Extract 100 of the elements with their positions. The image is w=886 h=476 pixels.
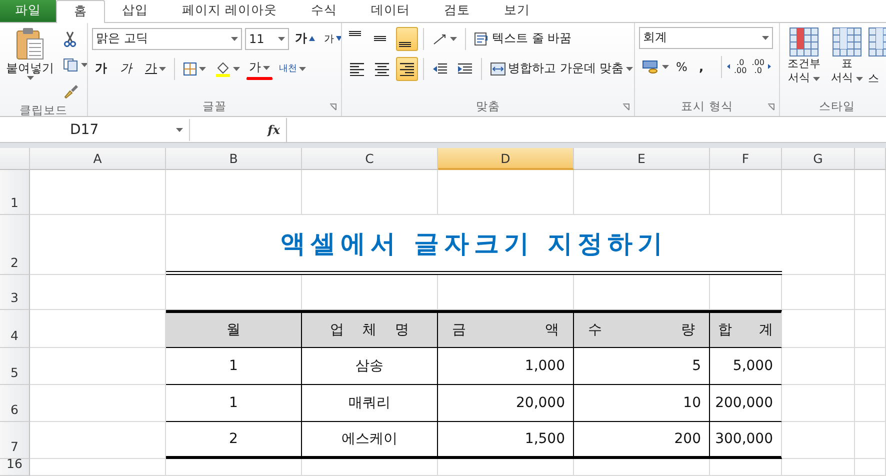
style-button[interactable]: 표 서식 [828, 26, 866, 98]
sheet-cell[interactable] [710, 459, 782, 476]
outdent-icon [432, 62, 448, 76]
ribbon-tab[interactable]: 홈 [56, 0, 105, 23]
column-header[interactable]: D [438, 148, 574, 170]
italic-button[interactable]: 가 [117, 56, 139, 81]
font-name-field[interactable]: 맑은 고딕 [92, 28, 242, 50]
column-header[interactable]: B [166, 148, 302, 170]
increase-decimal-button[interactable]: .0 .00 [725, 54, 749, 79]
sheet-cell[interactable] [855, 385, 886, 422]
row-header[interactable]: 5 [0, 348, 30, 386]
decrease-decimal-button[interactable]: .00 .0 [750, 54, 774, 79]
column-header[interactable]: C [302, 148, 438, 170]
sheet-cell[interactable] [30, 215, 166, 276]
sheet-cell[interactable] [166, 459, 302, 476]
row-header[interactable]: 2 [0, 215, 30, 276]
underline-button[interactable]: 가 [142, 56, 169, 81]
dialog-launcher-icon[interactable] [329, 102, 337, 111]
select-all-corner[interactable] [0, 148, 30, 170]
dialog-launcher-icon[interactable] [767, 102, 775, 111]
caret-icon [231, 36, 238, 41]
phonetic-button[interactable]: 내천 [276, 56, 309, 81]
ribbon-tab[interactable]: 페이지 레이아웃 [165, 0, 294, 22]
sheet-cell[interactable] [782, 215, 855, 276]
row-header[interactable]: 4 [0, 310, 30, 348]
row-header[interactable]: 1 [0, 170, 30, 216]
number-format-field[interactable]: 회계 [639, 26, 773, 49]
sheet-cell[interactable] [855, 275, 886, 310]
align-button[interactable] [396, 56, 418, 81]
sheet-cell[interactable] [710, 170, 782, 216]
row-header[interactable]: 16 [0, 459, 30, 476]
column-heading: 월 [166, 310, 302, 348]
align-button[interactable] [396, 26, 418, 51]
caret-icon [299, 66, 306, 71]
name-box[interactable]: D17 [0, 118, 190, 141]
caret-icon [81, 62, 87, 67]
ribbon-tab[interactable]: 검토 [426, 0, 487, 22]
sheet-cell[interactable] [574, 170, 710, 216]
style-button[interactable]: 조건부 서식 [782, 26, 826, 98]
column-header[interactable]: F [710, 148, 782, 170]
sheet-cell[interactable] [782, 459, 855, 476]
sheet-cell[interactable] [855, 348, 886, 386]
column-header[interactable]: A [30, 148, 166, 170]
column-header[interactable]: G [782, 148, 855, 170]
ribbon-tab[interactable]: 보기 [486, 0, 547, 22]
sheet-cell[interactable] [782, 170, 855, 216]
ribbon-tab[interactable]: 삽입 [105, 0, 165, 22]
sheet-cell[interactable] [30, 459, 166, 476]
wrap-text-button[interactable]: 텍스트 줄 바꿈 [471, 26, 575, 51]
caret-icon [199, 66, 206, 71]
table-cell: 2 [166, 422, 302, 460]
merge-center-button[interactable]: 병합하고 가운데 맞춤 [487, 56, 634, 81]
table-cell: 1 [166, 348, 302, 386]
paste-button[interactable]: 붙여넣기 [4, 26, 56, 103]
row-header[interactable]: 6 [0, 385, 30, 422]
sheet-cell[interactable] [574, 459, 710, 476]
sheet-cell[interactable] [438, 170, 574, 216]
sheet-cell[interactable] [302, 170, 438, 216]
file-tab[interactable]: 파일 [0, 0, 56, 22]
sheet-cell[interactable] [782, 385, 855, 422]
sheet-cell[interactable] [166, 170, 302, 216]
comma-button[interactable]: , [696, 54, 718, 79]
sheet-cell[interactable] [855, 459, 886, 476]
caret-icon [278, 36, 285, 41]
sheet-cell[interactable] [782, 348, 855, 386]
caret-icon [662, 64, 669, 69]
grow-font-button[interactable]: 가 [292, 26, 318, 51]
table-cell: 에스케이 [302, 422, 438, 460]
sheet-cell[interactable] [855, 170, 886, 216]
sheet-cell[interactable] [782, 310, 855, 348]
bold-button[interactable]: 가 [92, 56, 114, 81]
ribbon-tab[interactable]: 데이터 [354, 0, 427, 22]
column-header[interactable] [855, 148, 886, 170]
caret-icon [233, 66, 240, 71]
font-size-field[interactable]: 11 [245, 28, 289, 50]
caret-icon [626, 66, 633, 71]
ribbon-tab[interactable]: 수식 [294, 0, 354, 22]
sheet-cell[interactable] [302, 459, 438, 476]
style-button[interactable]: 스 [868, 26, 886, 98]
dialog-launcher-icon[interactable] [622, 102, 630, 111]
caret-icon [813, 77, 820, 82]
sheet-cell[interactable] [855, 310, 886, 348]
sheet-cell[interactable] [855, 215, 886, 276]
percent-button[interactable]: % [673, 54, 695, 79]
left-arrow-icon [727, 64, 733, 70]
font-color-button[interactable]: 가 [246, 58, 273, 80]
sheet-cell[interactable] [438, 459, 574, 476]
caret-icon [450, 36, 457, 41]
sheet-cell[interactable] [782, 275, 855, 310]
table-cell: 10 [574, 385, 710, 422]
sheet-cell[interactable] [855, 422, 886, 460]
table-cell: 1,000 [438, 348, 574, 386]
sheet-cell[interactable] [782, 422, 855, 460]
row-header[interactable]: 3 [0, 275, 30, 310]
shrink-font-button[interactable]: 가 [321, 26, 341, 51]
sheet-cell[interactable] [30, 170, 166, 216]
column-header[interactable]: E [574, 148, 710, 170]
insert-function-button[interactable]: fx [190, 122, 286, 138]
sheet-cell[interactable] [30, 275, 166, 310]
row-header[interactable]: 7 [0, 422, 30, 460]
